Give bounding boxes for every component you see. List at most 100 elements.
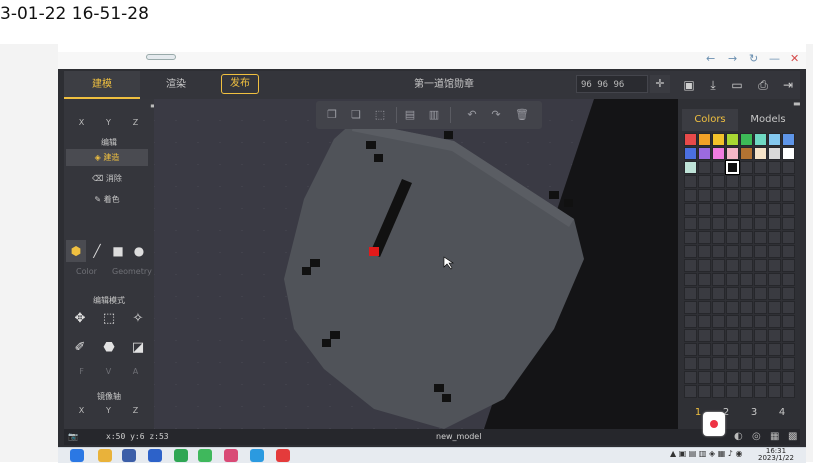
color-swatch[interactable] — [684, 301, 697, 314]
color-swatch[interactable] — [768, 259, 781, 272]
color-swatch[interactable] — [740, 385, 753, 398]
color-swatch[interactable] — [684, 315, 697, 328]
mirror-z[interactable]: Z — [122, 406, 149, 415]
color-swatch[interactable] — [754, 287, 767, 300]
publish-button[interactable]: 发布 — [221, 74, 259, 94]
axis-z-label[interactable]: Z — [122, 118, 149, 127]
color-swatch[interactable] — [698, 357, 711, 370]
layer-icon[interactable]: ▤ — [402, 107, 418, 123]
redo-icon[interactable]: ↷ — [488, 107, 504, 123]
color-swatch[interactable] — [726, 385, 739, 398]
color-swatch[interactable] — [712, 203, 725, 216]
color-swatch[interactable] — [684, 329, 697, 342]
color-swatch[interactable] — [726, 301, 739, 314]
mode-paint[interactable]: ✎ 着色 — [66, 191, 148, 208]
color-swatch[interactable] — [712, 245, 725, 258]
square-icon[interactable]: ■ — [108, 240, 128, 262]
color-swatch[interactable] — [754, 231, 767, 244]
color-swatch[interactable] — [782, 231, 795, 244]
color-swatch[interactable] — [698, 133, 711, 146]
color-swatch[interactable] — [754, 203, 767, 216]
copy-icon[interactable]: ❐ — [324, 107, 340, 123]
layer2-icon[interactable]: ▥ — [426, 107, 442, 123]
download-icon[interactable]: ⤓ — [706, 78, 720, 92]
color-swatch[interactable] — [782, 189, 795, 202]
color-swatch[interactable] — [726, 343, 739, 356]
exit-icon[interactable]: ⇥ — [781, 78, 795, 92]
color-swatch[interactable] — [684, 231, 697, 244]
color-swatch[interactable] — [726, 245, 739, 258]
color-swatch[interactable] — [782, 161, 795, 174]
color-swatch[interactable] — [712, 385, 725, 398]
color-swatch[interactable] — [740, 357, 753, 370]
color-swatch[interactable] — [726, 315, 739, 328]
color-swatch[interactable] — [740, 329, 753, 342]
color-swatch[interactable] — [684, 175, 697, 188]
color-swatch[interactable] — [740, 287, 753, 300]
tab-modeling[interactable]: 建模 — [64, 71, 140, 99]
taskbar-app-icon[interactable] — [276, 449, 290, 462]
target-icon[interactable]: ◎ — [752, 429, 761, 445]
color-swatch[interactable] — [754, 133, 767, 146]
color-swatch[interactable] — [684, 133, 697, 146]
color-swatch[interactable] — [712, 161, 725, 174]
tab-colors[interactable]: Colors — [682, 109, 738, 131]
color-swatch[interactable] — [726, 175, 739, 188]
color-swatch[interactable] — [754, 315, 767, 328]
print-icon[interactable]: ⎙ — [756, 78, 770, 92]
taskbar-app-icon[interactable] — [224, 449, 238, 462]
color-swatch[interactable] — [698, 329, 711, 342]
color-swatch[interactable] — [712, 273, 725, 286]
color-swatch[interactable] — [698, 175, 711, 188]
magic-wand-icon[interactable]: ✧ — [126, 307, 150, 331]
color-swatch[interactable] — [712, 343, 725, 356]
color-swatch[interactable] — [684, 259, 697, 272]
color-swatch[interactable] — [754, 357, 767, 370]
color-swatch[interactable] — [726, 371, 739, 384]
tab-render[interactable]: 渲染 — [140, 71, 212, 99]
color-swatch[interactable] — [684, 147, 697, 160]
taskbar-app-icon[interactable] — [174, 449, 188, 462]
dimensions-input[interactable]: 96 96 96 — [576, 75, 648, 93]
option-f[interactable]: F — [68, 367, 95, 376]
color-swatch[interactable] — [712, 175, 725, 188]
color-swatch[interactable] — [684, 217, 697, 230]
grid-icon[interactable]: ▦ — [770, 429, 779, 445]
color-swatch[interactable] — [782, 133, 795, 146]
color-swatch[interactable] — [768, 343, 781, 356]
color-swatch[interactable] — [768, 287, 781, 300]
camera-icon[interactable]: 📷 — [68, 429, 78, 445]
color-swatch[interactable] — [754, 189, 767, 202]
color-swatch[interactable] — [726, 273, 739, 286]
color-swatch[interactable] — [754, 161, 767, 174]
color-swatch[interactable] — [740, 259, 753, 272]
color-swatch[interactable] — [684, 371, 697, 384]
color-swatch[interactable] — [698, 189, 711, 202]
color-swatch[interactable] — [726, 329, 739, 342]
tab-geometry[interactable]: Geometry — [112, 267, 152, 276]
system-tray-icons[interactable]: ▲ ▣ ▤ ▥ ◈ ▦ ♪ ◉ — [670, 449, 742, 458]
color-swatch[interactable] — [698, 287, 711, 300]
taskbar-app-icon[interactable] — [198, 449, 212, 462]
option-v[interactable]: V — [95, 367, 122, 376]
line-icon[interactable]: ╱ — [87, 240, 107, 262]
color-swatch[interactable] — [726, 259, 739, 272]
color-swatch[interactable] — [698, 371, 711, 384]
color-swatch[interactable] — [698, 259, 711, 272]
tab-models[interactable]: Models — [740, 109, 796, 131]
color-swatch[interactable] — [725, 160, 740, 175]
color-swatch[interactable] — [768, 161, 781, 174]
color-swatch[interactable] — [754, 259, 767, 272]
paint-bucket-icon[interactable]: ◪ — [126, 336, 150, 360]
folder-icon[interactable]: ▭ — [730, 78, 744, 92]
mirror-y[interactable]: Y — [95, 406, 122, 415]
mode-erase[interactable]: ⌫ 消除 — [66, 170, 148, 187]
color-swatch[interactable] — [740, 301, 753, 314]
color-swatch[interactable] — [698, 245, 711, 258]
eyedropper-icon[interactable]: ✐ — [68, 336, 92, 360]
color-swatch[interactable] — [768, 147, 781, 160]
cube-icon[interactable]: ⬢ — [66, 240, 86, 262]
back-icon[interactable]: ← — [706, 52, 715, 65]
save-icon[interactable]: ▣ — [682, 78, 696, 92]
color-swatch[interactable] — [726, 189, 739, 202]
